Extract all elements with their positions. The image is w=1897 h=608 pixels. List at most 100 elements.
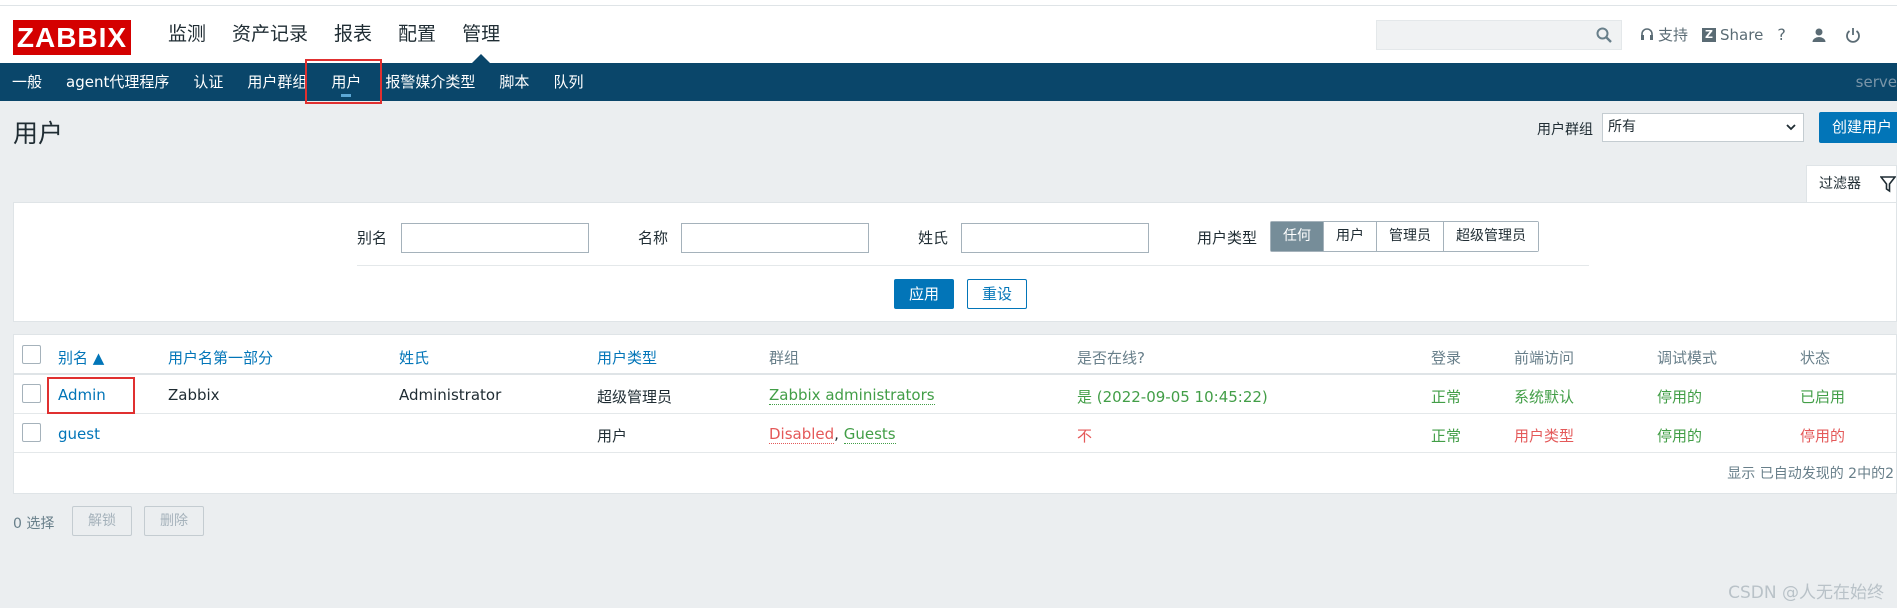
help-button[interactable]: ? [1777,25,1797,44]
usertype-any[interactable]: 任何 [1271,222,1324,251]
row-checkbox[interactable] [22,384,41,403]
filter-divider [357,265,1589,266]
frontend-access: 系统默认 [1514,388,1575,406]
header-alias[interactable]: 别名 ▲ [58,347,104,368]
user-name: Zabbix [168,386,220,404]
selected-count: 0 选择 [13,516,55,532]
top-actions: 支持 Z Share ? [1640,24,1865,45]
create-user-button[interactable]: 创建用户 [1819,112,1897,143]
user-alias-link[interactable]: guest [58,425,100,443]
highlight-box-admin [47,377,135,414]
filter-tab[interactable]: 过滤器 [1806,165,1897,203]
select-all-checkbox[interactable] [22,345,41,364]
subnav-scripts[interactable]: 脚本 [487,63,541,101]
header-groups: 群组 [769,349,800,367]
usergroup-filter-label: 用户群组 [1537,122,1593,138]
usertype-super-admin[interactable]: 超级管理员 [1444,222,1538,251]
menu-configuration[interactable]: 配置 [385,22,449,52]
subnav-queue[interactable]: 队列 [541,63,595,101]
user-surname: Administrator [399,386,502,404]
header-name[interactable]: 用户名第一部分 [168,347,273,368]
watermark: CSDN @人无在始终 [1728,583,1884,603]
filter-tab-label: 过滤器 [1819,176,1861,192]
filter-icon [1880,176,1896,193]
group-separator: , [834,425,844,443]
online-status: 是 (2022-09-05 10:45:22) [1077,388,1268,406]
table-row: Admin Zabbix Administrator 超级管理员 Zabbix … [14,375,1896,414]
subnav-authentication[interactable]: 认证 [181,63,235,101]
highlight-box-users-tab [305,59,382,104]
menu-monitoring[interactable]: 监测 [155,22,219,52]
debug-mode: 停用的 [1657,427,1703,445]
server-name: serve [1855,73,1897,91]
usertype-admin[interactable]: 管理员 [1377,222,1444,251]
user-type: 超级管理员 [597,388,673,406]
menu-administration[interactable]: 管理 [449,22,513,63]
zabbix-logo[interactable]: ZABBIX [13,20,131,55]
support-link[interactable]: 支持 [1640,24,1688,45]
power-icon [1846,27,1861,43]
table-header: 别名 ▲ 用户名第一部分 姓氏 用户类型 群组 是否在线? 登录 前端访问 调试… [14,335,1896,375]
top-header: ZABBIX 监测 资产记录 报表 配置 管理 支持 Z Share ? [0,6,1897,63]
group-link[interactable]: Guests [843,425,896,444]
user-icon [1812,28,1826,42]
menu-inventory[interactable]: 资产记录 [219,22,321,52]
chevron-down-icon [1786,124,1796,131]
page-title: 用户 [13,119,64,148]
usergroup-select[interactable]: 所有 [1602,113,1804,142]
header-login: 登录 [1431,349,1462,367]
users-table: 别名 ▲ 用户名第一部分 姓氏 用户类型 群组 是否在线? 登录 前端访问 调试… [13,334,1897,494]
subnav-proxies[interactable]: agent代理程序 [54,63,181,101]
share-label: Share [1720,25,1764,44]
table-row: guest 用户 Disabled, Guests 不 正常 用户类型 停用的 … [14,414,1896,453]
user-status[interactable]: 停用的 [1800,425,1845,446]
user-groups: Disabled, Guests [769,425,896,444]
login-status[interactable]: 正常 [1431,425,1461,446]
user-status[interactable]: 已启用 [1800,386,1845,407]
user-groups: Zabbix administrators [769,386,935,405]
search-input[interactable] [1376,20,1622,50]
group-link[interactable]: Disabled [769,425,835,444]
header-user-type[interactable]: 用户类型 [597,347,657,368]
sign-out-button[interactable] [1845,27,1865,43]
user-profile-button[interactable] [1811,27,1831,43]
surname-input[interactable] [961,223,1149,253]
login-status[interactable]: 正常 [1431,386,1461,407]
table-footer-count: 显示 已自动发现的 2中的2 [1727,466,1894,482]
header-online: 是否在线? [1077,349,1145,367]
name-label: 名称 [638,229,669,247]
support-label: 支持 [1658,26,1689,44]
header-surname[interactable]: 姓氏 [399,347,429,368]
usergroup-select-value: 所有 [1608,119,1636,135]
surname-label: 姓氏 [918,229,949,247]
apply-button[interactable]: 应用 [894,279,954,309]
alias-input[interactable] [401,223,589,253]
filter-panel: 别名 名称 姓氏 用户类型 任何 用户 管理员 超级管理员 应用 重设 [13,202,1897,322]
menu-reports[interactable]: 报表 [321,22,385,52]
sub-navigation: 一般 agent代理程序 认证 用户群组 用户 报警媒介类型 脚本 队列 ser… [0,63,1897,101]
online-status: 不 [1077,427,1093,445]
row-checkbox[interactable] [22,423,41,442]
search-icon[interactable] [1595,26,1613,44]
subnav-general[interactable]: 一般 [0,63,54,101]
usertype-user[interactable]: 用户 [1324,222,1377,251]
header-debug-mode: 调试模式 [1657,349,1718,367]
header-status: 状态 [1800,349,1831,367]
share-link[interactable]: Z Share [1702,26,1763,44]
usertype-label: 用户类型 [1197,229,1258,247]
group-link[interactable]: Zabbix administrators [769,386,935,405]
usertype-segmented-control: 任何 用户 管理员 超级管理员 [1270,221,1539,252]
frontend-access: 用户类型 [1514,427,1575,445]
user-type: 用户 [597,427,628,445]
subnav-media-types[interactable]: 报警媒介类型 [373,63,487,101]
reset-button[interactable]: 重设 [967,279,1027,309]
delete-button[interactable]: 删除 [144,506,204,536]
debug-mode: 停用的 [1657,388,1703,406]
main-menu: 监测 资产记录 报表 配置 管理 [155,22,513,63]
headset-icon [1641,27,1653,40]
zabbix-share-icon: Z [1702,27,1717,42]
alias-label: 别名 [357,229,388,247]
unlock-button[interactable]: 解锁 [72,506,132,536]
name-input[interactable] [681,223,869,253]
header-frontend-access: 前端访问 [1514,349,1575,367]
